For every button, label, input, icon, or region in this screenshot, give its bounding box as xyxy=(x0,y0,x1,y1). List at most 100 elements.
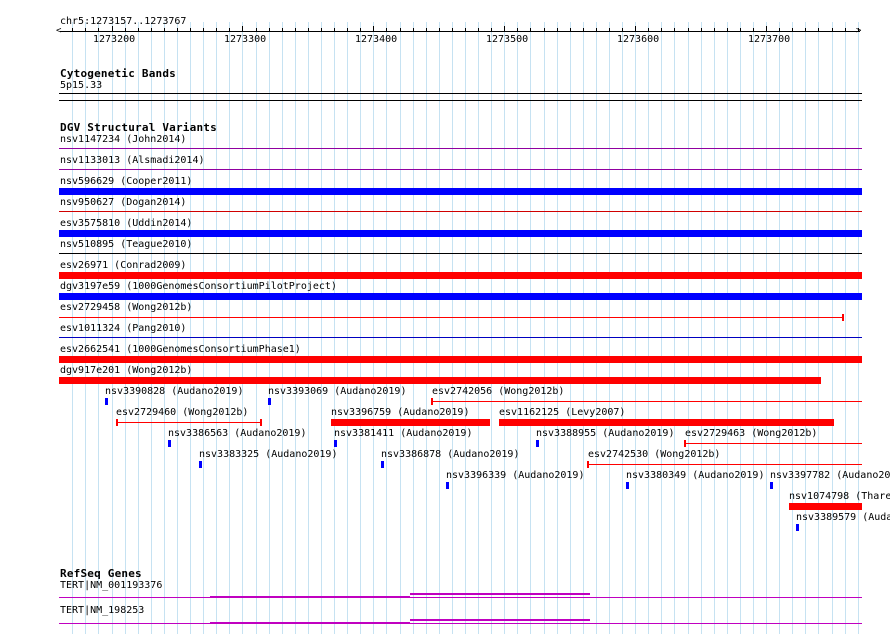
dgv-variant-tick[interactable] xyxy=(536,440,539,447)
dgv-variant-label[interactable]: nsv3396759 (Audano2019) xyxy=(331,407,469,418)
dgv-variant-tick[interactable] xyxy=(626,482,629,489)
dgv-variant-line[interactable] xyxy=(59,253,862,254)
ruler-major-tick xyxy=(504,26,505,32)
dgv-variant-line-loss[interactable] xyxy=(432,401,862,402)
dgv-variant-bar-gain[interactable] xyxy=(59,293,862,300)
dgv-variant-label[interactable]: nsv3388955 (Audano2019) xyxy=(536,428,674,439)
dgv-variant-bar-loss[interactable] xyxy=(331,419,490,426)
dgv-variant-label[interactable]: nsv3396339 (Audano2019) xyxy=(446,470,584,481)
dgv-variant-tick[interactable] xyxy=(796,524,799,531)
dgv-variant-line-loss[interactable] xyxy=(117,422,262,423)
dgv-variant-label[interactable]: nsv1133013 (Alsmadi2014) xyxy=(60,155,205,166)
ruler-minor-tick xyxy=(308,28,309,32)
dgv-variant-label[interactable]: nsv3390828 (Audano2019) xyxy=(105,386,243,397)
dgv-variant-bar-loss[interactable] xyxy=(499,419,834,426)
gene-exon-segment[interactable] xyxy=(410,619,590,621)
dgv-variant-label[interactable]: nsv510895 (Teague2010) xyxy=(60,239,192,250)
gene-exon-segment[interactable] xyxy=(210,596,410,597)
dgv-variant-label[interactable]: esv1162125 (Levy2007) xyxy=(499,407,625,418)
dgv-variant-line[interactable] xyxy=(59,337,862,338)
dgv-variant-label[interactable]: nsv1074798 (Thare xyxy=(789,491,890,502)
dgv-variant-label[interactable]: esv1011324 (Pang2010) xyxy=(60,323,186,334)
dgv-variant-tick[interactable] xyxy=(381,461,384,468)
ruler-major-tick xyxy=(766,26,767,32)
dgv-variant-label[interactable]: nsv3383325 (Audano2019) xyxy=(199,449,337,460)
dgv-variant-line-loss[interactable] xyxy=(59,317,844,318)
ruler-minor-tick xyxy=(570,28,571,32)
dgv-variant-label[interactable]: nsv3386563 (Audano2019) xyxy=(168,428,306,439)
ruler-minor-tick xyxy=(818,28,819,32)
dgv-variant-label[interactable]: nsv3386878 (Audano2019) xyxy=(381,449,519,460)
dgv-variant-start-cap xyxy=(431,398,433,405)
dgv-variant-label[interactable]: nsv1147234 (John2014) xyxy=(60,134,186,145)
dgv-variant-label[interactable]: nsv3393069 (Audano2019) xyxy=(268,386,406,397)
dgv-variant-label[interactable]: esv2729463 (Wong2012b) xyxy=(685,428,817,439)
grid-line xyxy=(544,22,545,634)
ruler-minor-tick xyxy=(648,28,649,32)
ruler-minor-tick xyxy=(805,28,806,32)
dgv-variant-tick[interactable] xyxy=(199,461,202,468)
dgv-variant-tick[interactable] xyxy=(334,440,337,447)
dgv-variant-label[interactable]: esv26971 (Conrad2009) xyxy=(60,260,186,271)
ruler-minor-tick xyxy=(85,28,86,32)
dgv-variant-label[interactable]: nsv596629 (Cooper2011) xyxy=(60,176,192,187)
gene-label[interactable]: TERT|NM_001193376 xyxy=(60,580,162,591)
cytoband-line-bottom xyxy=(59,100,862,101)
dgv-variant-bar-loss[interactable] xyxy=(789,503,862,510)
cytoband-track-title[interactable]: Cytogenetic Bands xyxy=(60,67,176,80)
dgv-variant-tick[interactable] xyxy=(105,398,108,405)
dgv-variant-bar-loss[interactable] xyxy=(59,356,862,363)
ruler-position-label: chr5:1273157..1273767 xyxy=(60,16,187,27)
dgv-variant-bar-gain[interactable] xyxy=(59,188,862,195)
ruler-minor-tick xyxy=(177,28,178,32)
dgv-variant-bar-loss[interactable] xyxy=(59,377,821,384)
gene-intron-line[interactable] xyxy=(59,597,862,598)
dgv-variant-label[interactable]: nsv3380349 (Audano2019) xyxy=(626,470,764,481)
dgv-variant-bar-gain[interactable] xyxy=(59,230,862,237)
dgv-variant-tick[interactable] xyxy=(268,398,271,405)
refseq-track-title[interactable]: RefSeq Genes xyxy=(60,567,142,580)
ruler-tick-label: 1273500 xyxy=(486,34,529,45)
dgv-variant-label[interactable]: dgv3197e59 (1000GenomesConsortiumPilotPr… xyxy=(60,281,337,292)
ruler-major-tick xyxy=(242,26,243,32)
cytoband-label[interactable]: 5p15.33 xyxy=(60,80,102,91)
grid-line xyxy=(400,22,401,634)
dgv-variant-tick[interactable] xyxy=(770,482,773,489)
dgv-variant-line[interactable] xyxy=(59,148,862,149)
dgv-variant-line[interactable] xyxy=(59,169,862,170)
dgv-variant-label[interactable]: dgv917e201 (Wong2012b) xyxy=(60,365,192,376)
dgv-variant-label[interactable]: esv2742056 (Wong2012b) xyxy=(432,386,564,397)
grid-line xyxy=(321,22,322,634)
dgv-variant-line-loss[interactable] xyxy=(588,464,862,465)
dgv-variant-label[interactable]: esv2662541 (1000GenomesConsortiumPhase1) xyxy=(60,344,301,355)
ruler-minor-tick xyxy=(688,28,689,32)
ruler-minor-tick xyxy=(727,28,728,32)
grid-line xyxy=(347,22,348,634)
ruler-minor-tick xyxy=(229,28,230,32)
dgv-variant-label[interactable]: esv3575810 (Uddin2014) xyxy=(60,218,192,229)
dgv-variant-label[interactable]: esv2742530 (Wong2012b) xyxy=(588,449,720,460)
gene-exon-segment[interactable] xyxy=(410,593,590,595)
dgv-variant-tick[interactable] xyxy=(168,440,171,447)
ruler-minor-tick xyxy=(544,28,545,32)
dgv-variant-label[interactable]: nsv3397782 (Audano20 xyxy=(770,470,890,481)
dgv-variant-line-loss[interactable] xyxy=(685,443,862,444)
gene-intron-line[interactable] xyxy=(59,623,862,624)
dgv-variant-tick[interactable] xyxy=(446,482,449,489)
ruler-minor-tick xyxy=(452,28,453,32)
ruler-tick-label: 1273300 xyxy=(224,34,267,45)
ruler-minor-tick xyxy=(360,28,361,32)
dgv-variant-label[interactable]: nsv950627 (Dogan2014) xyxy=(60,197,186,208)
dgv-variant-line[interactable] xyxy=(59,211,862,212)
dgv-variant-label[interactable]: esv2729460 (Wong2012b) xyxy=(116,407,248,418)
grid-line xyxy=(714,22,715,634)
dgv-variant-label[interactable]: nsv3381411 (Audano2019) xyxy=(334,428,472,439)
gene-label[interactable]: TERT|NM_198253 xyxy=(60,605,144,616)
grid-line xyxy=(701,22,702,634)
dgv-variant-label[interactable]: nsv3389579 (Auda xyxy=(796,512,890,523)
dgv-variant-label[interactable]: esv2729458 (Wong2012b) xyxy=(60,302,192,313)
gene-exon-segment[interactable] xyxy=(210,622,410,623)
grid-line xyxy=(845,22,846,634)
dgv-variant-bar-loss[interactable] xyxy=(59,272,862,279)
dgv-track-title[interactable]: DGV Structural Variants xyxy=(60,121,217,134)
